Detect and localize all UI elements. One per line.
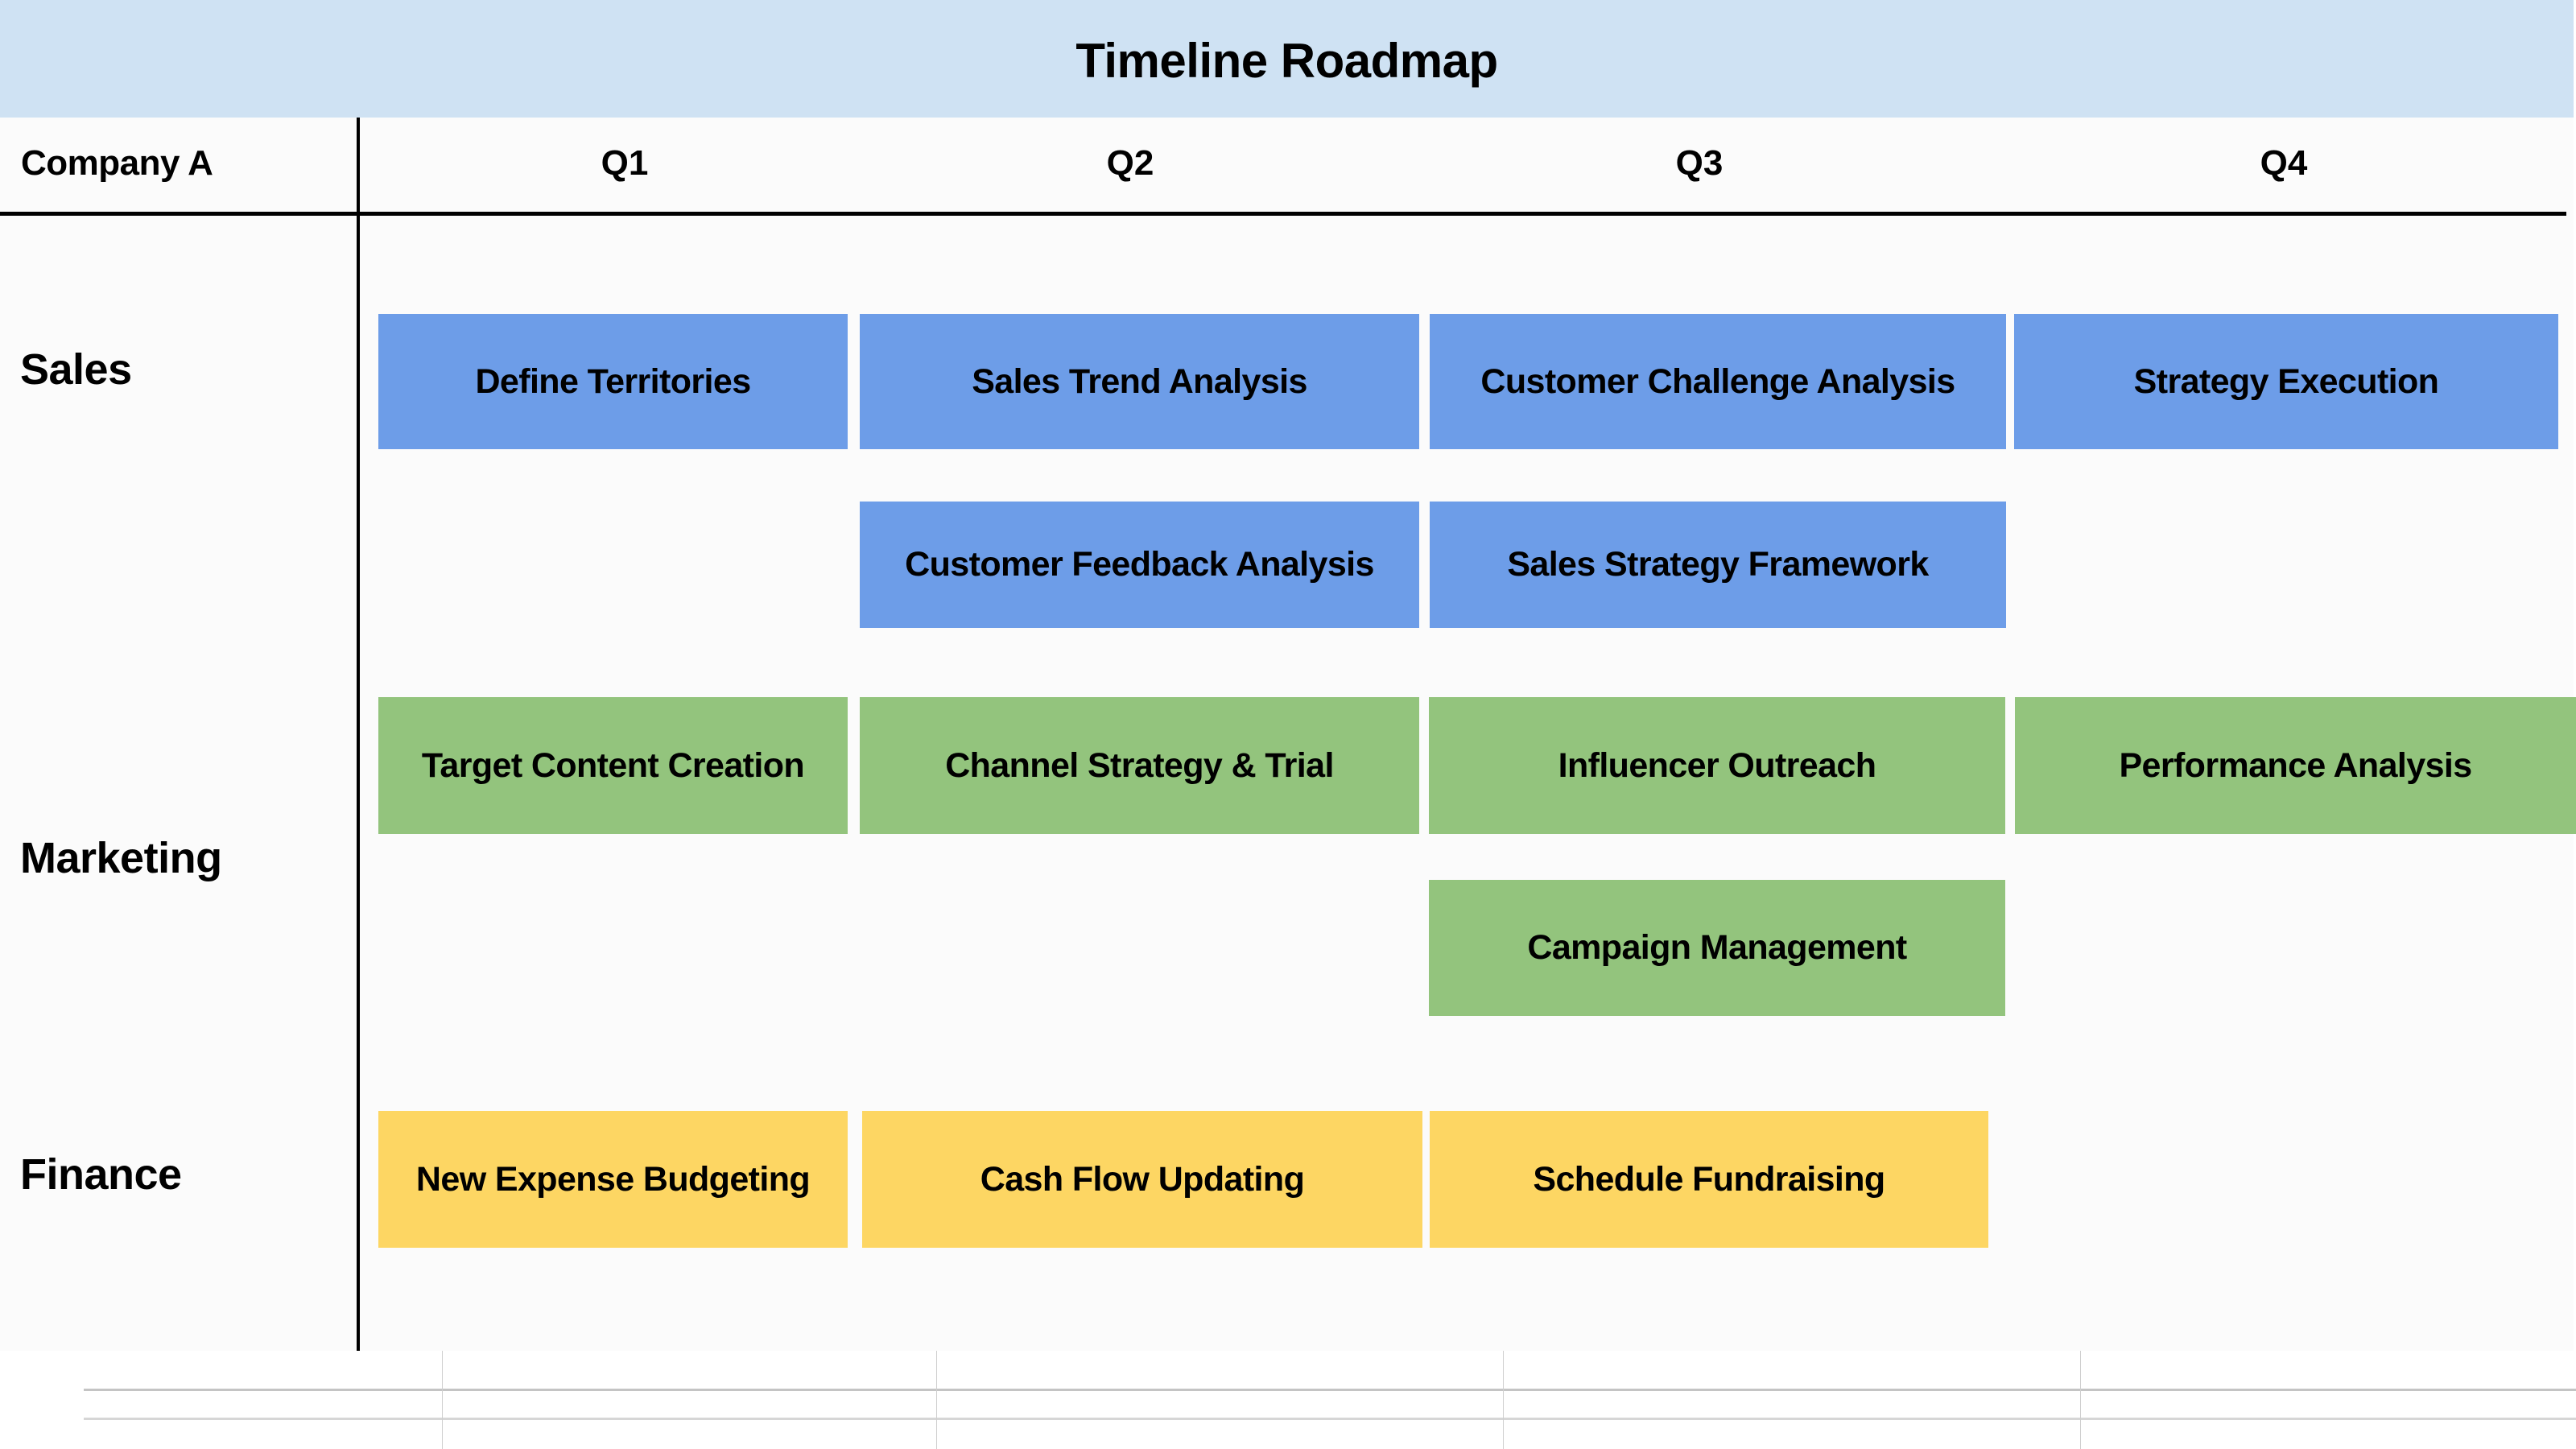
grid-row-line xyxy=(84,1389,2576,1391)
header-divider xyxy=(0,212,2566,216)
task-cash-flow-updating[interactable]: Cash Flow Updating xyxy=(862,1111,1422,1248)
roadmap-title: Timeline Roadmap xyxy=(1075,33,1498,88)
task-label: New Expense Budgeting xyxy=(415,1159,811,1199)
task-label: Define Territories xyxy=(475,361,751,401)
grid-column-line xyxy=(2080,1351,2081,1449)
quarter-header-q4: Q4 xyxy=(2260,143,2308,183)
row-label-marketing: Marketing xyxy=(20,834,222,882)
task-schedule-fundraising[interactable]: Schedule Fundraising xyxy=(1430,1111,1988,1248)
grid-column-line xyxy=(936,1351,937,1449)
task-performance-analysis[interactable]: Performance Analysis xyxy=(2015,697,2576,834)
task-label: Campaign Management xyxy=(1527,928,1907,967)
task-customer-feedback-analysis[interactable]: Customer Feedback Analysis xyxy=(860,502,1419,628)
task-label: Sales Strategy Framework xyxy=(1507,545,1929,584)
task-label: Schedule Fundraising xyxy=(1533,1159,1885,1199)
row-label-sales: Sales xyxy=(20,345,132,394)
task-label: Influencer Outreach xyxy=(1558,745,1876,785)
task-label: Strategy Execution xyxy=(2133,361,2439,401)
task-label: Channel Strategy & Trial xyxy=(945,745,1334,785)
quarter-header-q1: Q1 xyxy=(601,143,649,183)
task-label: Sales Trend Analysis xyxy=(972,361,1307,401)
task-strategy-execution[interactable]: Strategy Execution xyxy=(2014,314,2558,449)
grid-column-line xyxy=(442,1351,443,1449)
task-sales-strategy-framework[interactable]: Sales Strategy Framework xyxy=(1430,502,2006,628)
grid-column-line xyxy=(1503,1351,1504,1449)
title-band: Timeline Roadmap xyxy=(0,0,2574,118)
task-label: Customer Challenge Analysis xyxy=(1480,361,1955,401)
row-label-divider xyxy=(357,118,360,1351)
spreadsheet-grid xyxy=(0,1351,2576,1449)
task-define-territories[interactable]: Define Territories xyxy=(378,314,848,449)
task-label: Target Content Creation xyxy=(421,745,805,785)
row-label-finance: Finance xyxy=(20,1150,182,1199)
task-label: Cash Flow Updating xyxy=(980,1159,1305,1199)
task-new-expense-budgeting[interactable]: New Expense Budgeting xyxy=(378,1111,848,1248)
grid-row-line xyxy=(84,1418,2576,1420)
quarter-header-q3: Q3 xyxy=(1675,143,1724,183)
task-sales-trend-analysis[interactable]: Sales Trend Analysis xyxy=(860,314,1419,449)
task-label: Performance Analysis xyxy=(2119,745,2472,785)
task-customer-challenge-analysis[interactable]: Customer Challenge Analysis xyxy=(1430,314,2006,449)
task-channel-strategy-trial[interactable]: Channel Strategy & Trial xyxy=(860,697,1419,834)
task-influencer-outreach[interactable]: Influencer Outreach xyxy=(1429,697,2005,834)
company-label: Company A xyxy=(21,143,213,183)
task-campaign-management[interactable]: Campaign Management xyxy=(1429,880,2005,1016)
task-target-content-creation[interactable]: Target Content Creation xyxy=(378,697,848,834)
task-label: Customer Feedback Analysis xyxy=(905,545,1374,584)
quarter-header-q2: Q2 xyxy=(1106,143,1154,183)
